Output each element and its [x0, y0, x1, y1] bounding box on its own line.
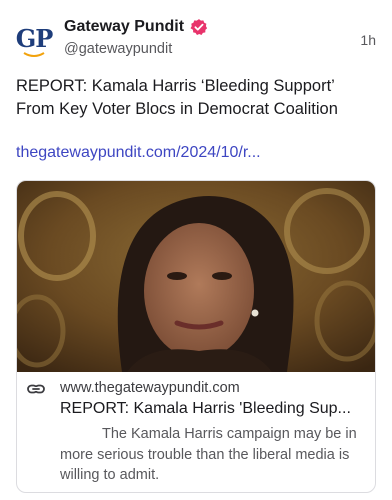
card-title: REPORT: Kamala Harris 'Bleeding Sup... — [60, 400, 351, 417]
card-domain: www.thegatewaypundit.com — [60, 380, 240, 396]
link-preview-card[interactable]: www.thegatewaypundit.com REPORT: Kamala … — [16, 180, 376, 493]
card-image[interactable] — [17, 181, 375, 372]
post-timestamp[interactable]: 1h — [360, 32, 376, 48]
display-name[interactable]: Gateway Pundit — [64, 18, 184, 36]
avatar[interactable]: GP — [12, 20, 56, 64]
post-link[interactable]: thegatewaypundit.com/2024/10/r... — [16, 144, 376, 162]
avatar-logo-text: GP — [15, 23, 54, 53]
link-icon — [27, 384, 45, 394]
post[interactable]: GP Gateway Pundit @gatewaypundit 1h REPO… — [0, 0, 392, 500]
handle[interactable]: @gatewaypundit — [64, 41, 208, 57]
name-row: Gateway Pundit — [64, 14, 208, 40]
author-block[interactable]: Gateway Pundit @gatewaypundit — [64, 14, 208, 57]
card-meta[interactable]: www.thegatewaypundit.com REPORT: Kamala … — [17, 372, 375, 492]
card-description: The Kamala Harris campaign may be in mor… — [60, 426, 357, 483]
avatar-swoosh — [23, 51, 45, 57]
verified-badge-icon — [190, 18, 208, 36]
post-text: REPORT: Kamala Harris ‘Bleeding Support’… — [16, 77, 338, 118]
